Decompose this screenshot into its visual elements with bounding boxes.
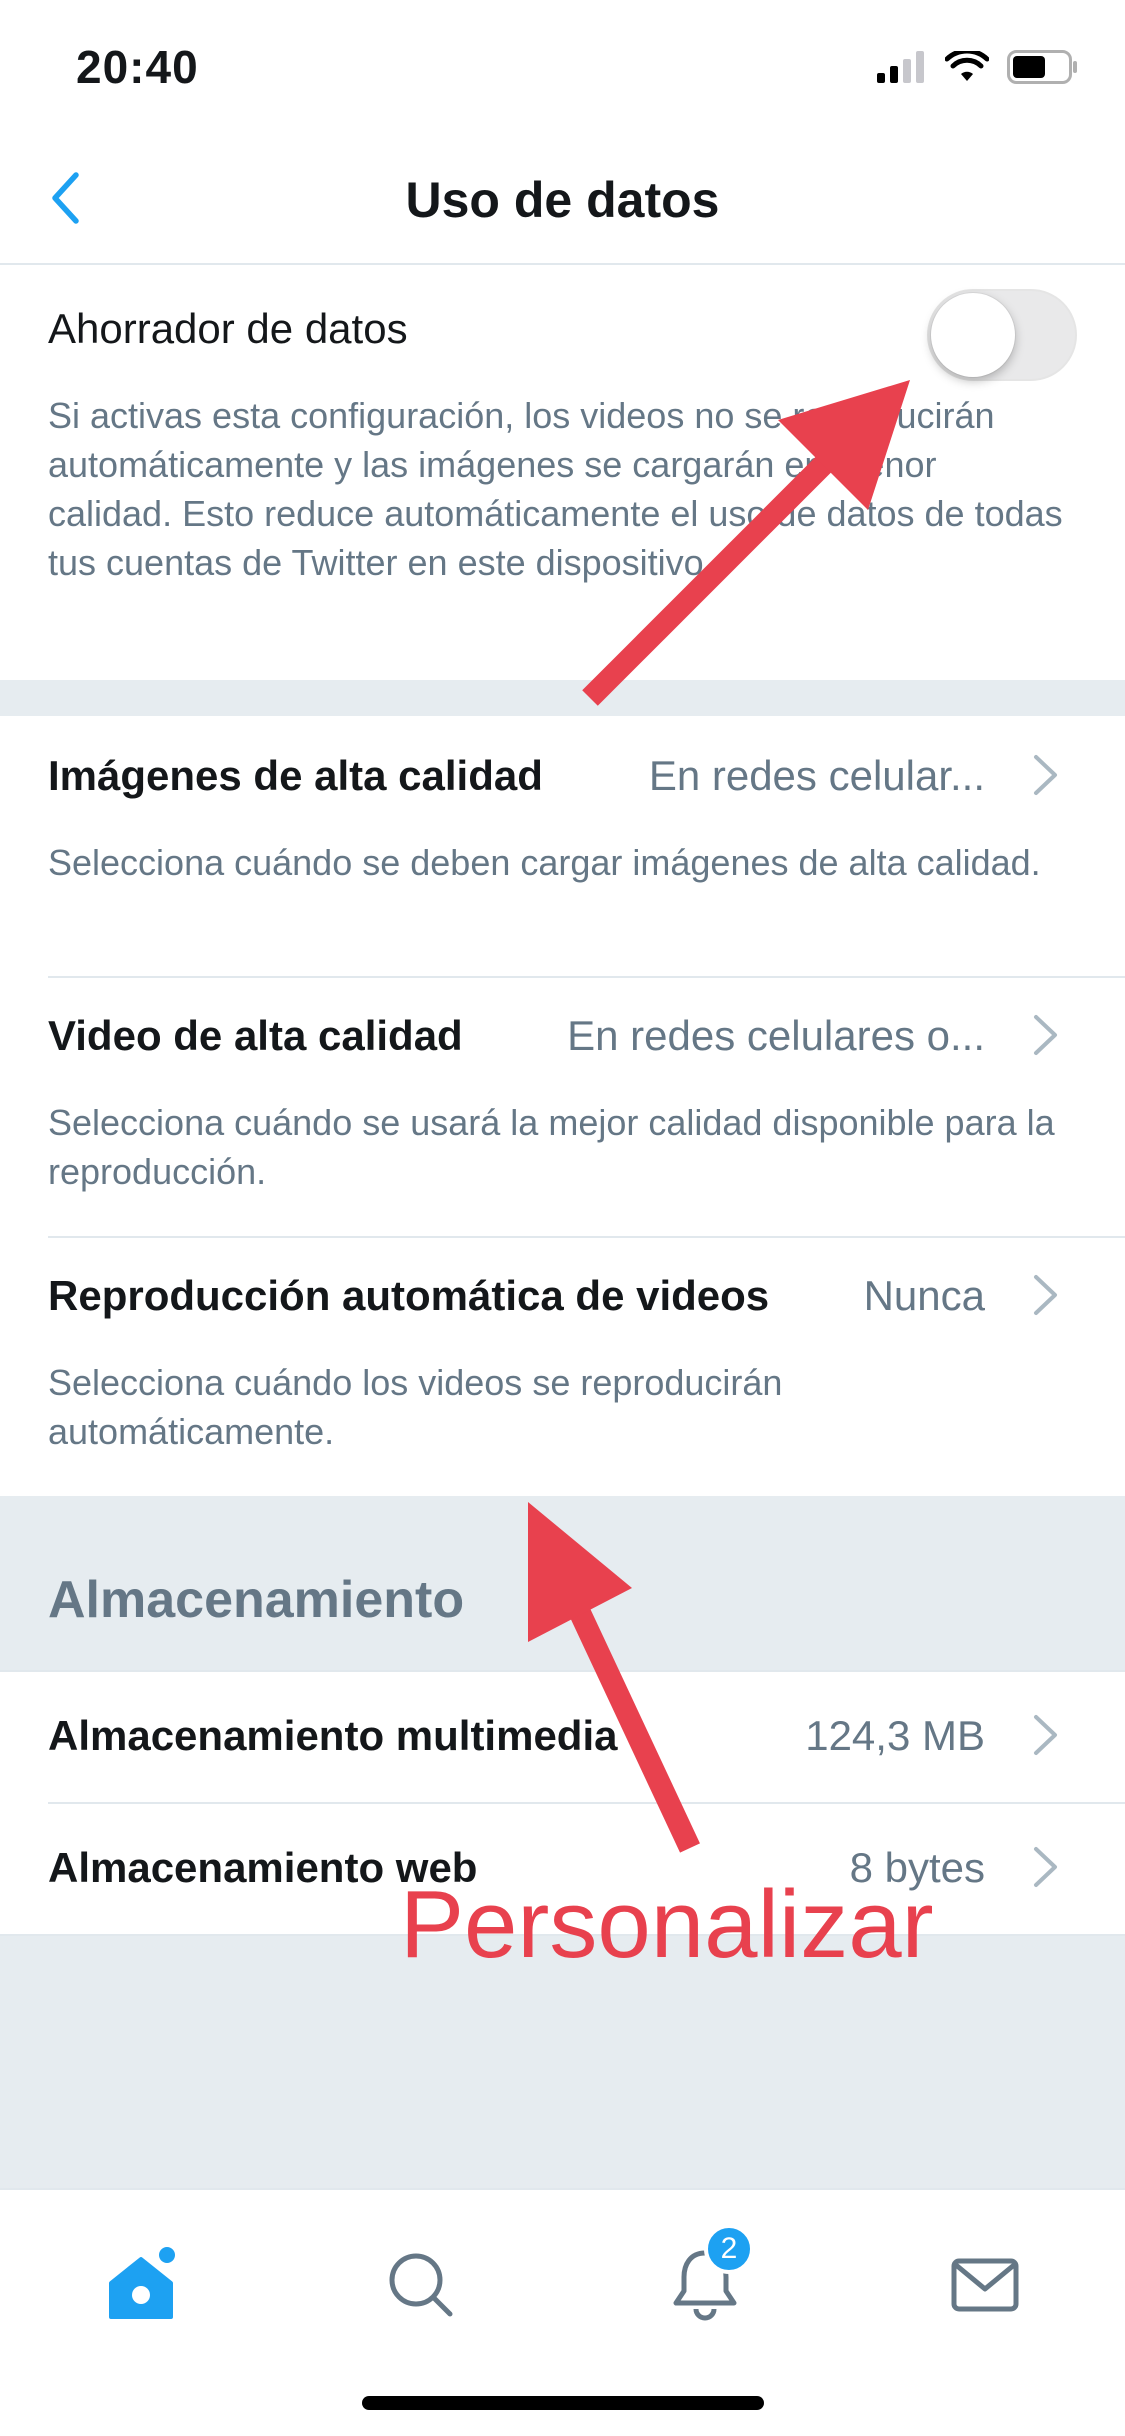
battery-icon: [1007, 50, 1077, 84]
setting-description: Selecciona cuándo los videos se reproduc…: [48, 1362, 783, 1452]
chevron-right-icon: [1034, 755, 1057, 795]
search-icon: [389, 2253, 453, 2317]
toggle-knob: [931, 293, 1015, 377]
setting-value: En redes celular...: [648, 752, 985, 799]
tab-notifications[interactable]: 2: [650, 2224, 760, 2340]
setting-title: Video de alta calidad: [48, 1012, 463, 1059]
settings-row-high-quality-video[interactable]: Video de alta calidad En redes celulares…: [0, 978, 1125, 1236]
setting-value: En redes celulares o...: [567, 1012, 985, 1059]
data-saver-title: Ahorrador de datos: [48, 305, 408, 352]
home-indicator: [362, 2396, 764, 2410]
data-saver-description: Si activas esta configuración, los video…: [48, 395, 1063, 583]
wifi-icon: [945, 51, 989, 81]
chevron-right-icon: [1034, 1275, 1057, 1315]
setting-value: Nunca: [863, 1272, 985, 1319]
status-bar: 20:40: [0, 0, 1125, 135]
settings-row-high-quality-images[interactable]: Imágenes de alta calidad En redes celula…: [0, 716, 1125, 976]
chevron-right-icon: [1034, 1715, 1057, 1755]
storage-header-band: Almacenamiento: [0, 1496, 1125, 1670]
annotation-label: Personalizar: [400, 1871, 934, 1978]
section-separator: [0, 680, 1125, 716]
setting-title: Reproducción automática de videos: [48, 1272, 770, 1319]
notifications-badge: 2: [704, 2224, 754, 2274]
cellular-signal-icon: [877, 51, 924, 83]
media-settings-section: Imágenes de alta calidad En redes celula…: [0, 716, 1125, 1496]
setting-description: Selecciona cuándo se deben cargar imágen…: [48, 842, 1041, 883]
nav-bar: Uso de datos: [0, 135, 1125, 265]
chevron-right-icon: [1034, 1847, 1057, 1887]
tab-search[interactable]: [366, 2230, 476, 2340]
setting-title: Almacenamiento multimedia: [48, 1712, 618, 1759]
status-icons: [877, 50, 1079, 84]
data-saver-toggle[interactable]: [927, 289, 1077, 381]
tab-messages[interactable]: [930, 2230, 1040, 2340]
storage-section-header: Almacenamiento: [48, 1571, 465, 1629]
status-time: 20:40: [76, 41, 199, 93]
page-title: Uso de datos: [405, 172, 720, 228]
data-saver-section: Ahorrador de datos Si activas esta confi…: [0, 267, 1125, 680]
setting-value: 124,3 MB: [805, 1712, 985, 1759]
home-icon: [109, 2247, 175, 2319]
mail-icon: [951, 2258, 1019, 2312]
setting-description: Selecciona cuándo se usará la mejor cali…: [48, 1102, 1055, 1192]
setting-title: Imágenes de alta calidad: [48, 752, 543, 799]
tab-home[interactable]: [86, 2230, 196, 2340]
settings-row-video-autoplay[interactable]: Reproducción automática de videos Nunca …: [0, 1238, 1125, 1496]
settings-row-media-storage[interactable]: Almacenamiento multimedia 124,3 MB: [0, 1672, 1125, 1802]
chevron-right-icon: [1034, 1015, 1057, 1055]
